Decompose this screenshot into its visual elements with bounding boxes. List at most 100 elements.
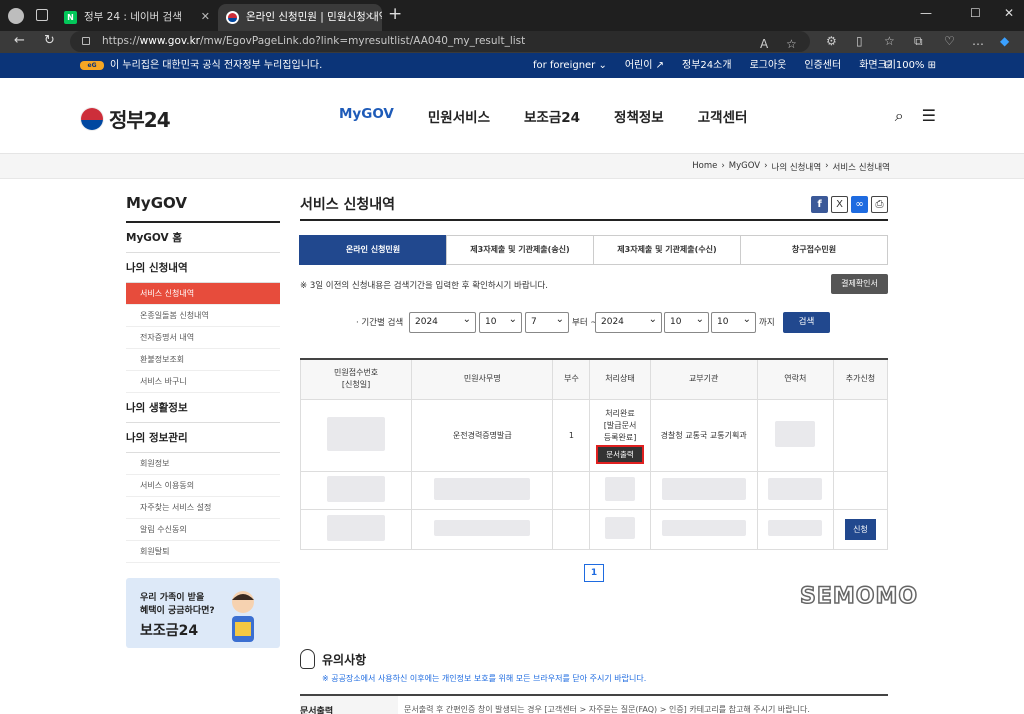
url-input[interactable]: https://www.gov.kr/mw/EgovPageLink.do?li…: [70, 31, 810, 52]
sidebar-item-alerts[interactable]: 알림 수신동의: [126, 519, 280, 541]
close-window-icon[interactable]: ✕: [1004, 6, 1014, 20]
health-icon[interactable]: ♡: [944, 34, 955, 48]
logout-link[interactable]: 로그아웃: [750, 53, 787, 78]
status-text: 처리완료 [발급문서 등록완료]: [603, 409, 637, 442]
status-cell: [589, 508, 651, 550]
request-tabs: 온라인 신청민원 제3자제출 및 기관제출(송신) 제3자제출 및 기관제출(수…: [299, 235, 888, 265]
apply-button[interactable]: 신청: [845, 518, 876, 540]
search-button[interactable]: 검색: [783, 312, 830, 333]
sidebar-group-life[interactable]: 나의 생활정보: [126, 393, 280, 423]
sidebar-item-basket[interactable]: 서비스 바구니: [126, 371, 280, 393]
tab-actions-icon[interactable]: [36, 9, 48, 21]
copilot-icon[interactable]: ◆: [1000, 34, 1009, 48]
table-row: 신청: [299, 508, 889, 550]
more-icon[interactable]: …: [972, 34, 984, 48]
contact-cell: [756, 398, 834, 472]
print-document-button[interactable]: 문서출력: [596, 445, 644, 464]
facebook-icon[interactable]: f: [811, 196, 828, 213]
period-label: · 기간별 검색: [356, 318, 404, 328]
split-screen-icon[interactable]: ▯: [856, 34, 863, 48]
sidebar-group-requests[interactable]: 나의 신청내역: [126, 253, 280, 283]
nav-support[interactable]: 고객센터: [698, 106, 748, 126]
col-service-name: 민원사무명: [411, 358, 554, 400]
naver-favicon-icon: N: [64, 11, 77, 24]
search-icon[interactable]: ⌕: [895, 106, 904, 126]
sidebar-item-refund[interactable]: 환불정보조회: [126, 349, 280, 371]
sidebar-item-care[interactable]: 온종일돌봄 신청내역: [126, 305, 280, 327]
foreigner-link[interactable]: for foreigner ⌄: [533, 53, 607, 78]
subsidy-banner[interactable]: 우리 가족이 받을 혜택이 궁금하다면? 보조금24: [126, 578, 280, 648]
caution-desc: ※ 공공장소에서 사용하신 이후에는 개인정보 보호를 위해 모든 브라우저를 …: [322, 674, 647, 683]
zoom-control[interactable]: ⊟ 100% ⊞: [884, 53, 936, 78]
address-bar: ← ↻ https://www.gov.kr/mw/EgovPageLink.d…: [0, 31, 1024, 53]
tab-naver-search[interactable]: N 정부 24 : 네이버 검색 ✕: [56, 4, 218, 31]
about-link[interactable]: 정부24소개: [682, 53, 732, 78]
tab-third-party-receive[interactable]: 제3자제출 및 기관제출(수신): [593, 235, 741, 265]
sidebar-item-member[interactable]: 회원정보: [126, 453, 280, 475]
back-icon[interactable]: ←: [14, 33, 25, 48]
sidebar-group-info[interactable]: 나의 정보관리: [126, 423, 280, 453]
close-tab-icon[interactable]: ✕: [365, 4, 374, 30]
maximize-icon[interactable]: ☐: [970, 6, 981, 20]
kids-link[interactable]: 어린이 ↗: [625, 53, 664, 78]
extra-cell: [832, 470, 889, 510]
to-suffix: 까지: [759, 318, 775, 328]
tab-gov24[interactable]: 온라인 신청민원 | 민원신청 내역 ✕: [218, 4, 382, 31]
nav-policy[interactable]: 정책정보: [614, 106, 664, 126]
copies-cell: [552, 508, 591, 550]
sidebar-item-e-cert[interactable]: 전자증명서 내역: [126, 327, 280, 349]
crumb-requests[interactable]: 나의 신청내역: [772, 161, 822, 173]
request-table: 민원접수번호 [신청일] 민원사무명 부수 처리상태 교부기관 연락처 추가신청…: [299, 358, 889, 550]
tab-third-party-send[interactable]: 제3자제출 및 기관제출(송신): [446, 235, 594, 265]
close-tab-icon[interactable]: ✕: [201, 4, 210, 30]
taeguk-icon: [80, 106, 104, 131]
gov24-logo[interactable]: 정부24: [80, 104, 171, 133]
nav-mygov[interactable]: MyGOV: [339, 106, 394, 126]
payment-confirm-button[interactable]: 결제확인서: [831, 274, 888, 294]
logo-text: 정부24: [109, 108, 171, 132]
print-icon[interactable]: ⎙: [871, 196, 888, 213]
page-number-1[interactable]: 1: [584, 564, 604, 582]
reload-icon[interactable]: ↻: [44, 33, 55, 48]
tab-online[interactable]: 온라인 신청민원: [299, 235, 447, 265]
minimize-icon[interactable]: —: [920, 6, 932, 20]
to-year-select[interactable]: 2024: [595, 310, 662, 333]
page-title: 서비스 신청내역: [300, 194, 888, 221]
sidebar-item-consent[interactable]: 서비스 이용동의: [126, 475, 280, 497]
redacted-block: [327, 515, 386, 541]
extensions-icon[interactable]: ⚙: [826, 34, 837, 48]
sidebar-item-favorites[interactable]: 자주찾는 서비스 설정: [126, 497, 280, 519]
chevron-right-icon: ›: [825, 161, 829, 171]
col-extra: 추가신청: [832, 358, 889, 400]
to-day-select[interactable]: 10: [711, 310, 756, 333]
breadcrumb: Home › MyGOV › 나의 신청내역 › 서비스 신청내역: [0, 154, 1024, 179]
from-month-select[interactable]: 10: [479, 310, 522, 333]
redacted-block: [327, 417, 386, 451]
menu-icon[interactable]: ☰: [922, 106, 936, 126]
favorite-star-icon[interactable]: ☆: [786, 34, 797, 55]
crumb-home[interactable]: Home: [692, 161, 717, 173]
profile-avatar[interactable]: [8, 8, 24, 24]
to-month-select[interactable]: 10: [664, 310, 709, 333]
nav-subsidy[interactable]: 보조금24: [524, 106, 580, 126]
read-aloud-icon[interactable]: A: [760, 34, 768, 55]
period-search: · 기간별 검색 2024 10 7 부터 ~ 2024 10 10 까지 검색: [300, 302, 888, 342]
agency-cell: [649, 508, 758, 550]
favorites-icon[interactable]: ☆: [884, 34, 895, 48]
link-copy-icon[interactable]: ∞: [851, 196, 868, 213]
x-twitter-icon[interactable]: X: [831, 196, 848, 213]
cert-center-link[interactable]: 인증센터: [804, 53, 841, 78]
table-row: [299, 470, 889, 510]
new-tab-icon[interactable]: +: [388, 4, 402, 24]
sidebar-item-service-requests[interactable]: 서비스 신청내역: [126, 283, 280, 305]
crumb-mygov[interactable]: MyGOV: [729, 161, 760, 173]
sidebar-item-withdraw[interactable]: 회원탈퇴: [126, 541, 280, 563]
nav-services[interactable]: 민원서비스: [428, 106, 490, 126]
tab-counter[interactable]: 창구접수민원: [740, 235, 888, 265]
from-day-select[interactable]: 7: [525, 310, 569, 333]
redacted-block: [775, 421, 816, 447]
from-year-select[interactable]: 2024: [409, 310, 476, 333]
sidebar-item-home[interactable]: MyGOV 홈: [126, 223, 280, 253]
collections-icon[interactable]: ⧉: [914, 34, 923, 49]
redacted-block: [768, 520, 823, 536]
